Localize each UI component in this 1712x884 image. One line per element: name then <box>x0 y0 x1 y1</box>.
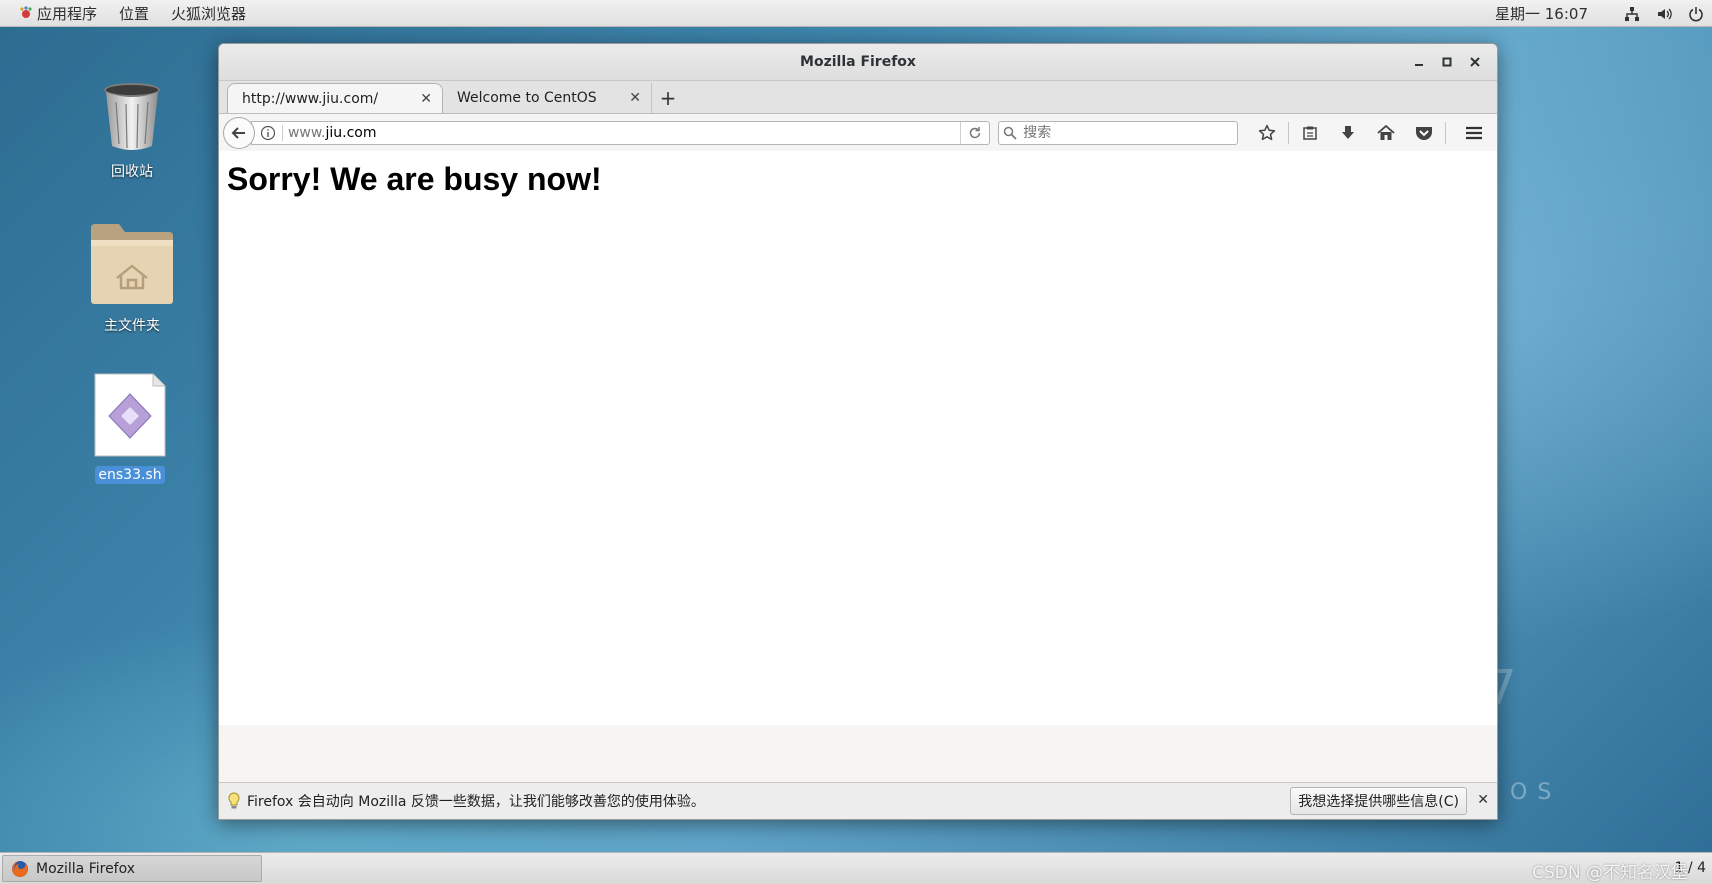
taskbar-item-label: Mozilla Firefox <box>36 860 136 877</box>
star-icon <box>1258 124 1276 140</box>
home-icon <box>1377 124 1395 140</box>
info-icon[interactable] <box>260 125 276 141</box>
places-label: 位置 <box>119 4 150 23</box>
search-bar[interactable] <box>998 120 1238 145</box>
tab-close-icon[interactable]: ✕ <box>629 90 641 106</box>
close-button[interactable] <box>1461 48 1489 76</box>
notification-close-icon[interactable]: ✕ <box>1477 792 1489 808</box>
clipboard-icon <box>1303 126 1317 140</box>
places-menu[interactable]: 位置 <box>108 0 160 26</box>
lightbulb-icon <box>228 792 240 809</box>
toolbar-separator <box>1445 121 1446 144</box>
gnome-foot-icon <box>20 6 32 18</box>
top-panel: 应用程序 位置 火狐浏览器 星期一 16:07 <box>0 0 1712 27</box>
clock[interactable]: 星期一 16:07 <box>1495 3 1588 24</box>
choose-data-button[interactable]: 我想选择提供哪些信息(C) <box>1290 787 1467 815</box>
watermark: CSDN @不知名汉堡 <box>1532 863 1688 883</box>
menu-button[interactable] <box>1458 119 1490 147</box>
plus-icon: + <box>659 86 677 110</box>
active-app-label: 火狐浏览器 <box>171 4 247 23</box>
hamburger-menu-icon <box>1466 126 1482 139</box>
page-heading: Sorry! We are busy now! <box>227 161 602 197</box>
url-domain: jiu.com <box>325 124 377 141</box>
script-file-icon <box>94 373 166 457</box>
title-bar[interactable]: Mozilla Firefox <box>219 44 1497 81</box>
search-icon <box>1003 126 1017 140</box>
desktop-icon-script[interactable]: ens33.sh <box>75 372 185 484</box>
taskbar: Mozilla Firefox 1 / 4 CSDN @不知名汉堡 <box>0 852 1712 884</box>
new-tab-button[interactable]: + <box>651 83 684 113</box>
bookmarks-menu-button[interactable] <box>1294 119 1326 147</box>
minimize-icon <box>1415 64 1423 66</box>
toolbar-icons <box>1248 119 1493 147</box>
window-title: Mozilla Firefox <box>800 54 916 70</box>
bookmark-button[interactable] <box>1251 119 1283 147</box>
desktop-icon-label: ens33.sh <box>95 466 165 484</box>
desktop-icon-home[interactable]: 主文件夹 <box>77 222 187 336</box>
top-menu: 应用程序 位置 火狐浏览器 <box>0 0 257 26</box>
network-icon[interactable] <box>1623 5 1641 23</box>
reload-button[interactable] <box>960 121 989 144</box>
tab-jiu[interactable]: http://www.jiu.com/ ✕ <box>227 83 443 113</box>
firefox-window: Mozilla Firefox http://www.jiu.com/ ✕ We… <box>218 43 1498 820</box>
firefox-logo-icon <box>12 860 28 877</box>
url-separator <box>281 124 283 141</box>
pocket-button[interactable] <box>1408 119 1440 147</box>
window-controls <box>1405 44 1489 80</box>
pocket-icon <box>1416 126 1432 140</box>
navigation-bar: www.jiu.com <box>219 114 1497 152</box>
notification-bar: Firefox 会自动向 Mozilla 反馈一些数据，让我们能够改善您的使用体… <box>219 782 1497 819</box>
tab-label: http://www.jiu.com/ <box>242 90 379 107</box>
active-app-menu[interactable]: 火狐浏览器 <box>160 0 257 26</box>
minimize-button[interactable] <box>1405 48 1433 76</box>
url-prefix: www. <box>287 124 326 141</box>
url-bar[interactable]: www.jiu.com <box>250 120 991 145</box>
tab-label: Welcome to CentOS <box>457 90 597 106</box>
maximize-button[interactable] <box>1433 48 1461 76</box>
reload-icon <box>969 126 981 138</box>
home-folder-icon <box>91 224 173 304</box>
top-panel-status: 星期一 16:07 <box>1495 0 1712 27</box>
maximize-icon <box>1442 57 1452 67</box>
back-button[interactable] <box>223 116 255 149</box>
page-content: Sorry! We are busy now! <box>219 151 1497 725</box>
desktop-icon-label: 回收站 <box>111 164 153 180</box>
applications-label: 应用程序 <box>37 4 98 23</box>
desktop-icon-label: 主文件夹 <box>104 318 160 334</box>
home-button[interactable] <box>1370 119 1402 147</box>
url-text[interactable]: www.jiu.com <box>288 125 960 141</box>
notification-message: Firefox 会自动向 Mozilla 反馈一些数据，让我们能够改善您的使用体… <box>247 794 705 810</box>
download-arrow-icon <box>1342 125 1354 139</box>
toolbar-separator <box>1288 121 1289 144</box>
trash-icon <box>104 83 160 150</box>
tab-close-icon[interactable]: ✕ <box>420 91 432 107</box>
volume-icon[interactable] <box>1655 5 1673 23</box>
tab-bar: http://www.jiu.com/ ✕ Welcome to CentOS … <box>219 81 1497 114</box>
applications-menu[interactable]: 应用程序 <box>0 0 108 26</box>
back-arrow-icon <box>231 126 245 139</box>
taskbar-item-firefox[interactable]: Mozilla Firefox <box>2 855 262 882</box>
desktop-icon-trash[interactable]: 回收站 <box>77 80 187 182</box>
power-icon[interactable] <box>1687 5 1705 23</box>
tab-centos[interactable]: Welcome to CentOS ✕ <box>443 83 651 113</box>
wallpaper-os-text: OS <box>1510 780 1562 805</box>
close-icon <box>1470 57 1480 67</box>
downloads-button[interactable] <box>1332 119 1364 147</box>
search-input[interactable] <box>1021 123 1226 142</box>
